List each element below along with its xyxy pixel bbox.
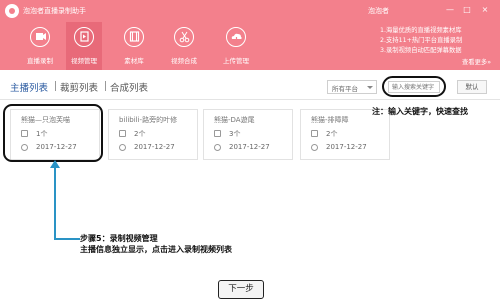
anchor-name: 熊猫-排障障 [311, 116, 349, 124]
anchor-name: bilibili-路旁的叶修 [119, 116, 178, 124]
promo-line: 3.录制视频自动匹配弹幕数据 [380, 47, 462, 54]
title-bar: 泡泡者直播录制助手 泡泡者 — □ × [0, 0, 500, 22]
scissors-icon [174, 27, 194, 47]
tab-clip-list[interactable]: 裁剪列表 [60, 80, 98, 94]
record-date: 2017-12-27 [326, 143, 367, 151]
nav-item-material[interactable]: 素材库 [116, 22, 152, 70]
user-name[interactable]: 泡泡者 [368, 6, 389, 16]
nav-label: 直播录制 [27, 57, 53, 65]
nav-label: 上传管理 [223, 57, 249, 65]
step-desc: 主播信息独立显示，点击进入录制视频列表 [80, 245, 232, 254]
next-step-button[interactable]: 下一步 [218, 280, 264, 299]
film-icon [124, 27, 144, 47]
tab-divider [55, 81, 56, 91]
card-highlight-rect [3, 104, 103, 162]
app-header: 泡泡者直播录制助手 泡泡者 — □ × 直播录制 视频管理 素材库 视频合成 上… [0, 0, 500, 70]
video-count: 2个 [326, 130, 338, 138]
record-date: 2017-12-27 [134, 143, 175, 151]
app-title: 泡泡者直播录制助手 [23, 7, 86, 15]
nav-label: 视频管理 [71, 57, 97, 65]
clock-icon [119, 144, 126, 151]
app-logo-icon [5, 4, 19, 18]
search-highlight-oval [382, 76, 446, 97]
default-sort-button[interactable]: 默认 [457, 80, 487, 94]
file-icon [311, 130, 318, 137]
search-annotation: 注：输入关键字，快速查找 [372, 107, 468, 116]
anchor-card[interactable]: 熊猫-DA遊尾 3个 2017-12-27 [203, 109, 293, 160]
see-more-link[interactable]: 查看更多» [462, 57, 491, 66]
video-camera-icon [30, 27, 50, 47]
platform-select[interactable]: 所有平台 [327, 80, 377, 94]
video-count: 2个 [134, 130, 146, 138]
tab-divider [105, 81, 106, 91]
step-annotation: 步骤5：录制视频管理 主播信息独立显示，点击进入录制视频列表 [80, 233, 232, 255]
nav-label: 素材库 [124, 57, 144, 65]
nav-label: 视频合成 [171, 57, 197, 65]
main-nav: 直播录制 视频管理 素材库 视频合成 上传管理 [0, 22, 300, 70]
clock-icon [311, 144, 318, 151]
nav-item-video-merge[interactable]: 视频合成 [166, 22, 202, 70]
arrow-line [54, 238, 80, 240]
step-title: 步骤5：录制视频管理 [80, 234, 158, 243]
maximize-button[interactable]: □ [462, 5, 472, 15]
chevron-down-icon [367, 86, 373, 89]
anchor-card[interactable]: bilibili-路旁的叶修 2个 2017-12-27 [108, 109, 198, 160]
promo-line: 1.海量优质的直播视频素材库 [380, 27, 462, 34]
nav-item-upload-manage[interactable]: 上传管理 [218, 22, 254, 70]
arrow-line [54, 166, 56, 239]
record-date: 2017-12-27 [229, 143, 270, 151]
video-file-icon [74, 27, 94, 47]
video-count: 3个 [229, 130, 241, 138]
file-icon [119, 130, 126, 137]
file-icon [214, 130, 221, 137]
tab-merge-list[interactable]: 合成列表 [110, 80, 148, 94]
clock-icon [214, 144, 221, 151]
tab-anchor-list[interactable]: 主播列表 [10, 80, 48, 94]
cloud-upload-icon [226, 27, 246, 47]
anchor-name: 熊猫-DA遊尾 [214, 116, 255, 124]
nav-item-live-record[interactable]: 直播录制 [22, 22, 58, 70]
minimize-button[interactable]: — [445, 5, 455, 15]
platform-select-value: 所有平台 [332, 85, 358, 93]
nav-item-video-manage[interactable]: 视频管理 [66, 22, 102, 70]
promo-text: 1.海量优质的直播视频素材库 2.支持11+热门平台直播录制 3.录制视频自动匹… [380, 26, 498, 56]
promo-line: 2.支持11+热门平台直播录制 [380, 37, 463, 44]
close-button[interactable]: × [480, 5, 490, 15]
